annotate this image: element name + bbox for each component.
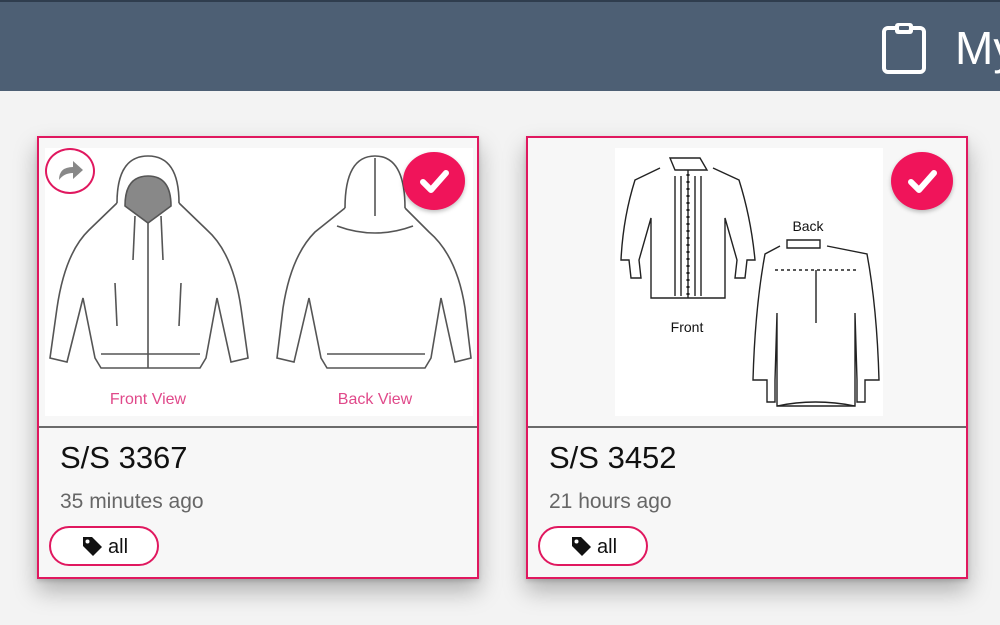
design-name[interactable]: S/S 3452 (549, 438, 677, 478)
tag-pill[interactable]: all (538, 526, 648, 566)
design-card[interactable]: Front Back S/S 3452 21 hours ago all (526, 136, 968, 579)
front-label: Front (671, 319, 704, 335)
tag-label: all (597, 536, 618, 558)
clipboard-icon[interactable] (881, 22, 927, 74)
tag-icon (572, 537, 591, 556)
top-bar: My (0, 0, 1000, 91)
tag-icon (83, 537, 102, 556)
design-timestamp: 21 hours ago (549, 490, 672, 513)
select-check-button[interactable] (403, 152, 465, 210)
back-label: Back (792, 218, 824, 234)
share-button[interactable] (45, 148, 95, 194)
check-icon (420, 170, 449, 193)
design-timestamp: 35 minutes ago (60, 490, 204, 513)
share-arrow-icon (59, 161, 83, 180)
card-thumbnail[interactable]: Front View Back View (39, 138, 477, 428)
card-thumbnail[interactable]: Front Back (528, 138, 966, 428)
design-card[interactable]: Front View Back View S/S 3367 35 minutes… (37, 136, 479, 579)
back-view-label: Back View (338, 391, 413, 408)
front-view-label: Front View (110, 391, 187, 408)
tag-pill[interactable]: all (49, 526, 159, 566)
design-name[interactable]: S/S 3367 (60, 438, 188, 478)
check-icon (908, 170, 937, 193)
tag-label: all (108, 536, 129, 558)
shirt-sketch-image: Front Back (615, 148, 883, 416)
select-check-button[interactable] (891, 152, 953, 210)
page-title: My (955, 22, 1000, 74)
